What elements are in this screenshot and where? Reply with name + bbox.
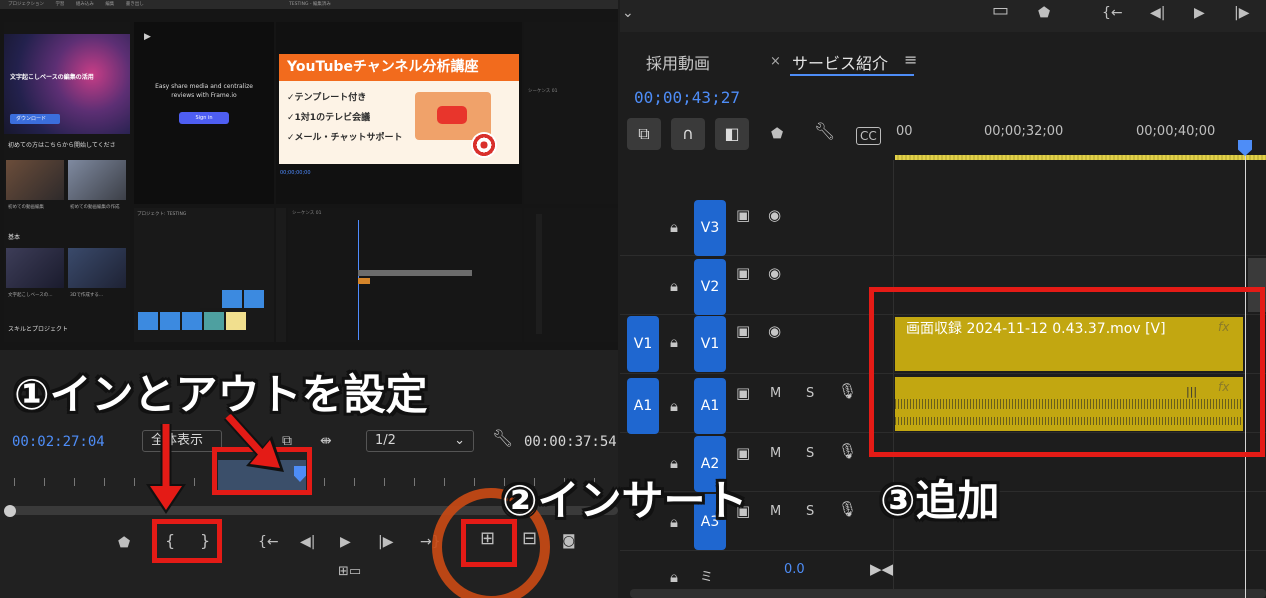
microphone-icon[interactable]: 🎙︎ xyxy=(838,502,857,517)
active-tab-indicator xyxy=(790,74,914,76)
sync-lock-icon[interactable]: ▣ xyxy=(736,446,750,461)
solo-button[interactable]: S xyxy=(806,386,814,401)
ruler-label: 00;00;32;00 xyxy=(984,124,1064,139)
lock-icon[interactable]: 🔒︎ xyxy=(670,399,678,414)
step-forward-icon[interactable]: |▶ xyxy=(1234,6,1249,20)
snap-magnet-icon[interactable]: ∩ xyxy=(671,118,705,150)
solo-button[interactable]: S xyxy=(806,446,814,461)
lock-icon[interactable]: 🔒︎ xyxy=(670,279,678,294)
lock-icon[interactable]: 🔒︎ xyxy=(670,456,678,471)
sync-lock-icon[interactable]: ▣ xyxy=(736,208,750,223)
chevron-down-icon[interactable]: ⌄ xyxy=(622,6,634,20)
timeline-timecode[interactable]: 00;00;43;27 xyxy=(634,88,740,107)
master-track-label: ミ xyxy=(700,570,714,585)
lock-icon[interactable]: 🔒︎ xyxy=(670,220,678,235)
panel-menu-icon[interactable]: ≡ xyxy=(904,50,917,69)
go-to-in-icon[interactable]: {← xyxy=(1102,6,1123,20)
timeline-scrollbar[interactable] xyxy=(630,589,1266,598)
eye-icon[interactable]: ◉ xyxy=(768,266,781,281)
source-patch-v1[interactable]: V1 xyxy=(627,316,659,372)
nest-sequence-icon[interactable]: ⧉ xyxy=(627,118,661,150)
eye-icon[interactable]: ◉ xyxy=(768,324,781,339)
close-icon[interactable]: × xyxy=(770,54,781,69)
target-track-v3[interactable]: V3 xyxy=(694,200,726,256)
step1-annotation: ①インとアウトを設定 xyxy=(14,370,428,419)
add-marker-icon[interactable]: ⬟ xyxy=(771,127,783,141)
target-track-v1[interactable]: V1 xyxy=(694,316,726,372)
lock-icon[interactable]: 🔒︎ xyxy=(670,335,678,350)
sync-lock-icon[interactable]: ▣ xyxy=(736,324,750,339)
program-controls-bar: ⌄ ▭ ⬟ {← ◀| ▶ |▶ xyxy=(620,0,1266,32)
work-area-bar[interactable] xyxy=(895,155,1266,160)
wrench-icon[interactable]: 🔧︎ xyxy=(814,124,836,141)
added-clip-highlight-box xyxy=(869,287,1265,457)
microphone-icon[interactable]: 🎙︎ xyxy=(838,384,857,399)
tab-saiyo-douga[interactable]: 採用動画 xyxy=(646,50,710,74)
tab-service-shoukai[interactable]: サービス紹介 xyxy=(792,50,888,74)
master-volume-value[interactable]: 0.0 xyxy=(784,562,805,577)
mute-button[interactable]: M xyxy=(770,446,781,461)
step-back-icon[interactable]: ◀| xyxy=(1150,6,1165,20)
ruler-label: 00;00;40;00 xyxy=(1136,124,1216,139)
solo-button[interactable]: S xyxy=(806,504,814,519)
step2-annotation: ②インサート xyxy=(502,476,748,525)
sync-lock-icon[interactable]: ▣ xyxy=(736,386,750,401)
sync-lock-icon[interactable]: ▣ xyxy=(736,266,750,281)
safe-margins-icon[interactable]: ▭ xyxy=(992,2,1009,20)
go-to-end-icon[interactable]: ▶◀ xyxy=(870,562,893,577)
ruler-label: 00 xyxy=(896,124,913,139)
linked-selection-icon[interactable]: ◧ xyxy=(715,118,749,150)
target-track-a1[interactable]: A1 xyxy=(694,378,726,434)
add-marker-icon[interactable]: ⬟ xyxy=(1038,6,1050,20)
mute-button[interactable]: M xyxy=(770,386,781,401)
source-patch-a1[interactable]: A1 xyxy=(627,378,659,434)
step3-annotation: ③追加 xyxy=(880,476,1000,525)
eye-icon[interactable]: ◉ xyxy=(768,208,781,223)
microphone-icon[interactable]: 🎙︎ xyxy=(838,444,857,459)
play-icon[interactable]: ▶ xyxy=(1194,6,1205,20)
lock-icon[interactable]: 🔒︎ xyxy=(670,570,678,585)
mute-button[interactable]: M xyxy=(770,504,781,519)
captions-icon[interactable]: CC xyxy=(856,127,881,145)
target-track-v2[interactable]: V2 xyxy=(694,259,726,315)
